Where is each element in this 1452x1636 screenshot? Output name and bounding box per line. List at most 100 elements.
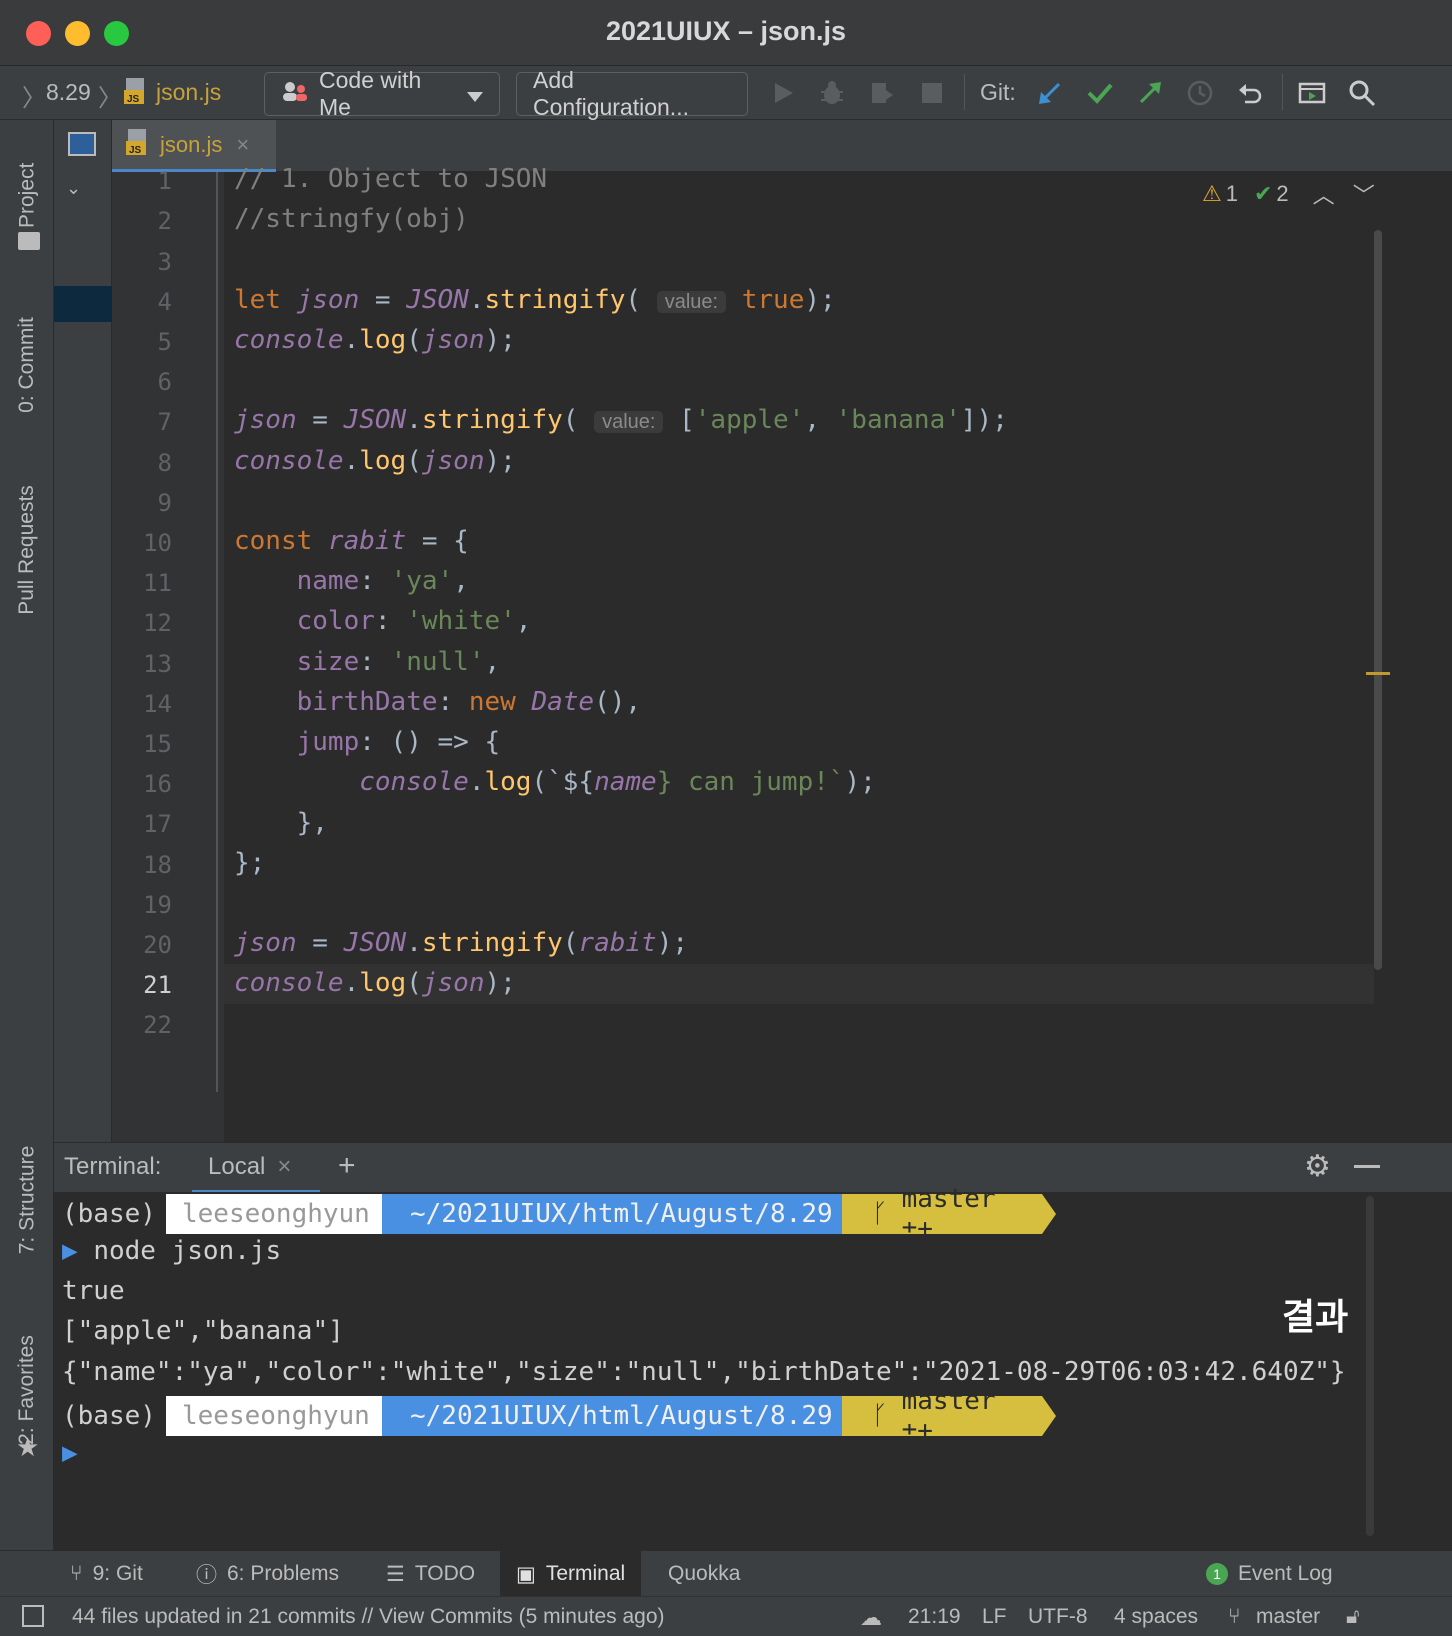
prompt-path: ~/2021UIUX/html/August/8.29	[382, 1396, 842, 1436]
close-tab-icon[interactable]: ×	[277, 1153, 291, 1181]
code-line-12: color: 'white',	[296, 606, 532, 636]
prompt-arrow	[1042, 1396, 1056, 1436]
chevron-down-icon[interactable]: ⌄	[66, 178, 81, 199]
code-line-1: // 1. Object to JSON	[234, 164, 548, 194]
code-line-20: json = JSON.stringify(rabit);	[234, 928, 689, 958]
check-icon: ✔	[1253, 181, 1273, 206]
git-branch[interactable]: master	[1256, 1605, 1320, 1629]
branch-icon: ᚴ	[872, 1199, 888, 1229]
git-push-icon[interactable]	[1134, 77, 1166, 109]
coverage-icon[interactable]	[866, 77, 898, 109]
breadcrumb-file[interactable]: json.js	[156, 79, 221, 106]
add-configuration-button[interactable]: Add Configuration...	[516, 67, 748, 120]
terminal-output-line: {"name":"ya","color":"white","size":"nul…	[62, 1357, 1346, 1387]
star-icon: ★	[16, 1432, 40, 1462]
tool-tab-event-log[interactable]: 1 Event Log	[1206, 1551, 1333, 1597]
branch-icon: ⑂	[70, 1562, 83, 1585]
status-message[interactable]: 44 files updated in 21 commits // View C…	[72, 1605, 665, 1629]
branch-icon: ⑂	[1228, 1605, 1241, 1628]
code-line-11: name: 'ya',	[296, 566, 469, 596]
code-line-16: console.log(`${name} can jump!`);	[359, 767, 876, 797]
terminal-scrollbar[interactable]	[1366, 1196, 1374, 1536]
tool-tab-label: Event Log	[1238, 1562, 1333, 1585]
prompt-branch-label: master ±+	[901, 1386, 996, 1446]
structure-tool-tab[interactable]: 7: Structure	[0, 1120, 54, 1280]
line-separator[interactable]: LF	[982, 1605, 1007, 1629]
debug-icon[interactable]	[816, 77, 848, 109]
line-number: 12	[143, 609, 172, 637]
warning-stripe-marker[interactable]	[1366, 672, 1390, 675]
selected-tree-row[interactable]	[54, 286, 112, 322]
run-icon[interactable]	[768, 77, 800, 109]
tool-tab-todo[interactable]: ☰ TODO	[386, 1551, 475, 1597]
tab-label: json.js	[160, 131, 223, 157]
code-line-15: jump: () => {	[296, 727, 501, 757]
terminal-command-line: ▶ node json.js	[62, 1236, 281, 1266]
terminal-output-line: true	[62, 1276, 125, 1306]
project-tool-tab[interactable]: 1: Project	[0, 132, 54, 282]
code-line-17: },	[296, 808, 328, 838]
pull-requests-tool-tab[interactable]: Pull Requests	[0, 460, 54, 640]
close-tab-icon[interactable]: ×	[236, 132, 249, 158]
line-number: 19	[143, 891, 172, 919]
window-title: 2021UIUX – json.js	[605, 16, 847, 46]
line-number: 22	[143, 1011, 172, 1039]
code-editor[interactable]: ⚠ 1 ✔ 2 ︿ ﹀ 1 2 3 4 5 6 7 8 9 10 11 12 1…	[112, 164, 1452, 1142]
js-file-icon: JS	[126, 127, 150, 162]
commit-tool-tab[interactable]: 0: Commit	[0, 290, 54, 440]
toggle-panels-icon[interactable]	[22, 1605, 44, 1627]
prompt-branch-label: master ±+	[901, 1184, 996, 1244]
add-terminal-icon[interactable]: +	[338, 1149, 356, 1183]
line-number: 7	[157, 408, 172, 436]
tool-tab-quokka[interactable]: Quokka	[668, 1551, 740, 1597]
editor-scrollbar[interactable]	[1374, 230, 1382, 970]
chevron-up-icon[interactable]: ︿	[1313, 178, 1335, 210]
code-line-14: birthDate: new Date(),	[296, 687, 642, 717]
presentation-icon[interactable]	[1296, 77, 1328, 109]
tool-tab-problems[interactable]: ⓘ 6: Problems	[196, 1551, 339, 1597]
toolbar-divider	[1282, 74, 1283, 110]
minimize-panel-icon[interactable]	[1354, 1165, 1380, 1168]
line-number: 8	[157, 449, 172, 477]
breadcrumb-chevron-icon: 〉	[22, 85, 46, 112]
code-line-5: console.log(json);	[234, 325, 516, 355]
tool-tab-git[interactable]: ⑂ 9: Git	[70, 1551, 143, 1597]
gear-icon[interactable]: ⚙	[1304, 1149, 1331, 1184]
caret-position[interactable]: 21:19	[908, 1605, 961, 1629]
line-number: 3	[157, 248, 172, 276]
folder-icon	[18, 232, 40, 250]
git-update-icon[interactable]	[1034, 77, 1066, 109]
breadcrumb-folder[interactable]: 8.29	[46, 79, 91, 106]
favorites-tab-label: 2: Favorites	[15, 1335, 38, 1445]
window-titlebar: 2021UIUX – json.js	[0, 0, 1452, 66]
prompt-env: (base)	[62, 1199, 156, 1229]
code-line-13: size: 'null',	[296, 647, 501, 677]
inspection-widget[interactable]: ⚠ 1 ✔ 2 ︿ ﹀	[1202, 178, 1375, 210]
stop-icon[interactable]	[916, 77, 948, 109]
history-clock-icon[interactable]	[1184, 77, 1216, 109]
rollback-icon[interactable]	[1234, 77, 1266, 109]
tool-tab-label: Quokka	[668, 1562, 741, 1585]
prompt-branch: ᚴ master ±+	[842, 1184, 1042, 1244]
git-commit-check-icon[interactable]	[1084, 77, 1116, 109]
fold-line	[216, 172, 218, 1092]
event-log-badge: 1	[1206, 1563, 1228, 1585]
search-icon[interactable]	[1346, 77, 1378, 109]
tool-tab-terminal[interactable]: ▣ Terminal	[500, 1551, 642, 1597]
add-configuration-label: Add Configuration...	[533, 67, 689, 120]
prompt-user: leeseonghyun	[166, 1396, 382, 1436]
chevron-down-icon[interactable]: ﹀	[1353, 178, 1375, 210]
lock-icon[interactable]: 🔓︎	[1346, 1605, 1360, 1629]
toolbar-divider	[964, 74, 965, 110]
users-icon	[281, 80, 309, 108]
prompt-chevron-icon: ▶	[62, 1438, 78, 1468]
cloud-sync-icon[interactable]: ☁	[860, 1605, 882, 1631]
code-with-me-button[interactable]: Code with Me	[264, 67, 500, 120]
parameter-hint: value:	[656, 291, 727, 313]
file-encoding[interactable]: UTF-8	[1028, 1605, 1088, 1629]
line-number: 10	[143, 529, 172, 557]
indent-setting[interactable]: 4 spaces	[1114, 1605, 1198, 1629]
terminal-tab-local[interactable]: Local ×	[192, 1143, 320, 1193]
terminal-output[interactable]: (base) leeseonghyun ~/2021UIUX/html/Augu…	[54, 1184, 1452, 1550]
panel-layout-icon[interactable]	[68, 132, 96, 156]
